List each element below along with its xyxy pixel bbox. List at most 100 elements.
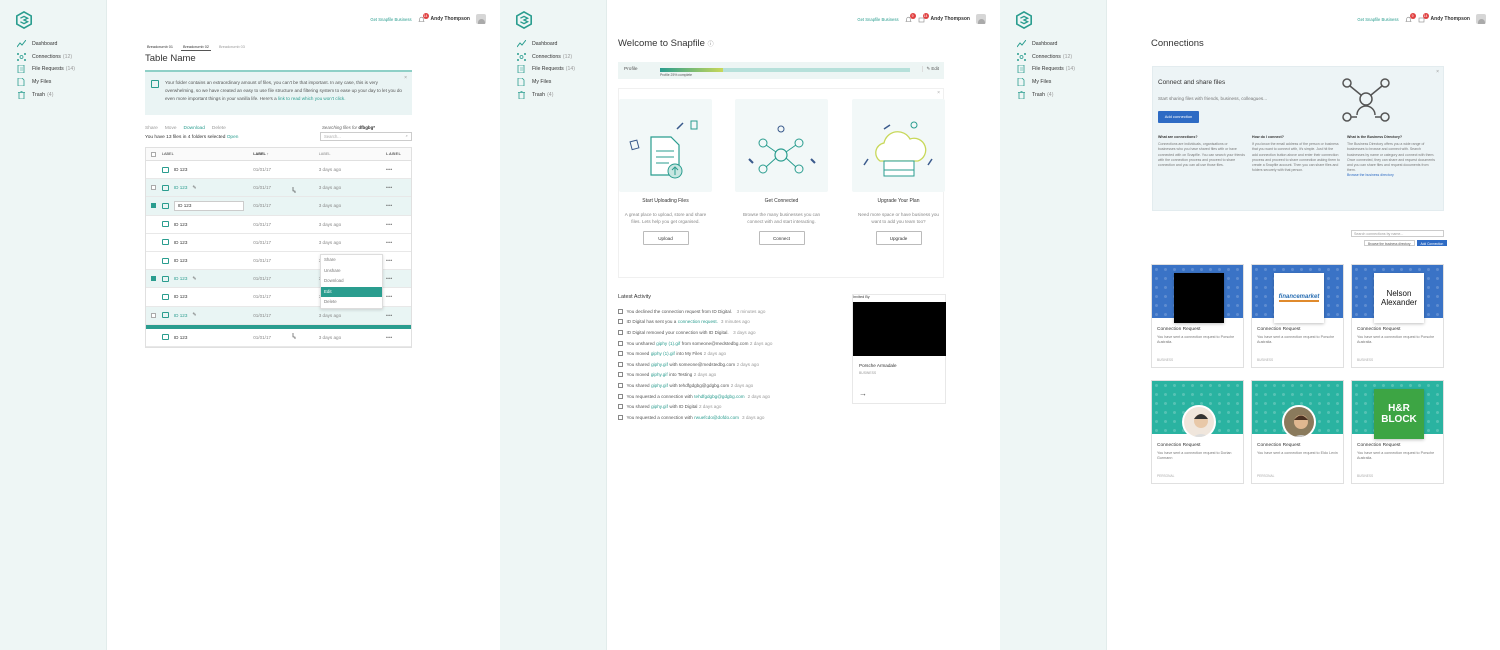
browse-directory-button[interactable]: Browse the business directory [1364, 240, 1415, 246]
file-name[interactable]: ID 123 [174, 335, 188, 340]
breadcrumb-item[interactable]: Breadcrumb 01 [145, 44, 175, 51]
connection-card[interactable]: H&R BLOCK Connection Request You have se… [1351, 380, 1444, 484]
notification-bell-icon[interactable]: 14 [417, 12, 429, 23]
more-icon[interactable]: ••• [386, 203, 411, 208]
snapfile-logo-icon[interactable] [515, 11, 533, 29]
get-business-link[interactable]: Get Snapfile Business [370, 17, 411, 22]
close-icon[interactable]: × [404, 74, 407, 82]
pencil-icon[interactable]: ✎ [192, 276, 196, 282]
row-checkbox[interactable] [151, 276, 157, 282]
move-action[interactable]: Move [165, 126, 177, 131]
sidebar-item-trash[interactable]: Trash (4) [517, 88, 575, 101]
file-name[interactable]: ID 123 [174, 185, 188, 190]
breadcrumb-item[interactable]: Breadcrumb 02 [180, 44, 211, 51]
table-row[interactable]: ID 123 01/01/17 3 days ago ••• [146, 216, 411, 234]
user-avatar[interactable] [1476, 14, 1486, 24]
upload-button[interactable]: Upload [642, 231, 689, 245]
connect-button[interactable]: Connect [758, 231, 805, 245]
inbox-icon[interactable]: 14 [1418, 12, 1429, 23]
more-icon[interactable]: ••• [386, 335, 411, 340]
get-business-link[interactable]: Get Snapfile Business [1357, 17, 1398, 22]
row-checkbox[interactable] [151, 203, 157, 209]
menu-item-download[interactable]: Download [321, 276, 382, 287]
file-name[interactable]: ID 123 [174, 222, 188, 227]
more-icon[interactable]: ••• [386, 276, 411, 281]
breadcrumb-item[interactable]: Breadcrumb 03 [217, 44, 247, 51]
sidebar-item-connections[interactable]: Connections (12) [17, 51, 75, 64]
activity-link[interactable]: giphy.gif [651, 362, 668, 367]
menu-item-delete[interactable]: Delete [321, 297, 382, 308]
share-action[interactable]: Share [145, 126, 158, 131]
close-icon[interactable]: × [937, 90, 940, 96]
menu-item-unshare[interactable]: Unshare [321, 266, 382, 277]
sidebar-item-dashboard[interactable]: Dashboard [1017, 38, 1075, 51]
sidebar-item-file-requests[interactable]: File Requests (14) [1017, 63, 1075, 76]
more-icon[interactable]: ••• [386, 185, 411, 190]
browse-directory-link[interactable]: Browse the business directory [1347, 173, 1394, 177]
table-row[interactable]: ID 123 ✎ 01/01/17 3 days ago ••• [146, 306, 411, 325]
upgrade-button[interactable]: Upgrade [875, 231, 922, 245]
notification-bell-icon[interactable]: 9 [1404, 12, 1416, 23]
sidebar-item-dashboard[interactable]: Dashboard [517, 38, 575, 51]
activity-link[interactable]: giphy.gif [651, 404, 668, 409]
connection-card[interactable]: Connection Request You have sent a conne… [1151, 380, 1244, 484]
add-connection-small-button[interactable]: Add Connection [1416, 240, 1448, 246]
download-action[interactable]: Download [184, 126, 205, 131]
file-name[interactable]: ID 123 [174, 240, 188, 245]
snapfile-logo-icon[interactable] [1015, 11, 1033, 29]
sidebar-item-file-requests[interactable]: File Requests (14) [17, 63, 75, 76]
file-name[interactable]: ID 123 [174, 167, 188, 172]
sidebar-item-trash[interactable]: Trash (4) [17, 88, 75, 101]
edit-profile-button[interactable]: ✎ Edit [921, 66, 939, 72]
pencil-icon[interactable]: ✎ [192, 312, 196, 318]
activity-link[interactable]: tehdfgdgbg@gdgbg.com [694, 394, 744, 399]
more-icon[interactable]: ••• [386, 222, 411, 227]
activity-link[interactable]: rwuefcdo@dofdo.com [694, 415, 739, 420]
user-avatar[interactable] [976, 14, 986, 24]
sidebar-item-connections[interactable]: Connections (12) [517, 51, 575, 64]
add-connection-button[interactable]: Add connection [1158, 111, 1199, 123]
select-all-checkbox[interactable] [151, 151, 157, 157]
sidebar-item-connections[interactable]: Connections (12) [1017, 51, 1075, 64]
user-name[interactable]: Andy Thompson [431, 16, 470, 22]
connection-search-input[interactable]: Search connections by name... [1351, 230, 1444, 237]
inviter-name[interactable]: Porsche Armadale [859, 363, 897, 368]
menu-item-edit[interactable]: Edit [321, 286, 382, 297]
info-link[interactable]: link to read which you won't click. [278, 96, 346, 101]
rename-input[interactable]: ID 123 [173, 200, 244, 211]
row-checkbox[interactable] [151, 185, 157, 191]
more-icon[interactable]: ••• [386, 240, 411, 245]
file-name[interactable]: ID 123 [174, 258, 188, 263]
connection-card[interactable]: Connection Request You have sent a conne… [1151, 264, 1244, 368]
user-avatar[interactable] [476, 14, 486, 24]
file-name[interactable]: ID 123 [174, 294, 188, 299]
activity-link[interactable]: giphy.gif [651, 383, 668, 388]
activity-link[interactable]: giphy (1).gif [656, 341, 680, 346]
delete-action[interactable]: Delete [212, 126, 226, 131]
sidebar-item-dashboard[interactable]: Dashboard [17, 38, 75, 51]
column-header[interactable]: LABEL [386, 152, 411, 156]
more-icon[interactable]: ••• [386, 258, 411, 263]
connection-card[interactable]: Nelson Alexander Connection Request You … [1351, 264, 1444, 368]
snapfile-logo-icon[interactable] [15, 11, 33, 29]
sidebar-item-my-files[interactable]: My Files [17, 76, 75, 89]
notification-bell-icon[interactable]: 9 [904, 12, 916, 23]
table-row[interactable]: ID 123 01/01/17 3 days ago ••• [146, 161, 411, 180]
connection-card[interactable]: Connection Request You have sent a conne… [1251, 380, 1344, 484]
activity-link[interactable]: connection request. [678, 319, 718, 324]
close-icon[interactable]: × [1436, 69, 1439, 75]
connection-card[interactable]: financemarket Connection Request You hav… [1251, 264, 1344, 368]
sidebar-item-trash[interactable]: Trash (4) [1017, 88, 1075, 101]
column-header-sorted[interactable]: LABEL ↑ [253, 152, 319, 156]
table-row[interactable]: ID 123 01/01/17 3 days ago ••• [146, 234, 411, 252]
table-row[interactable]: ID 123 01/01/17 3 days ago ••• [146, 197, 411, 216]
more-icon[interactable]: ••• [386, 167, 411, 172]
table-row[interactable]: ID 123 ✎ 01/01/17 3 days ago ••• [146, 179, 411, 198]
sidebar-item-file-requests[interactable]: File Requests (14) [517, 63, 575, 76]
more-icon[interactable]: ••• [386, 294, 411, 299]
get-business-link[interactable]: Get Snapfile Business [857, 17, 898, 22]
column-header[interactable]: LABEL [162, 152, 253, 156]
inbox-icon[interactable]: 14 [918, 12, 929, 23]
sidebar-item-my-files[interactable]: My Files [517, 76, 575, 89]
arrow-right-icon[interactable]: → [859, 389, 867, 398]
